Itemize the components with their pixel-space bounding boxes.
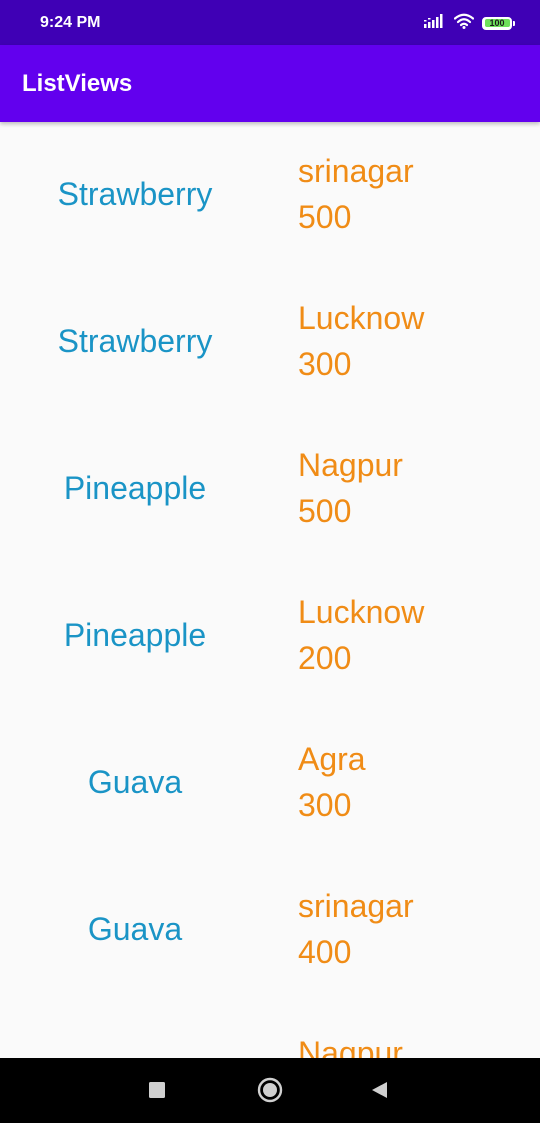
city-label: srinagar [298,888,414,924]
city-label: Agra [298,741,366,777]
city-label: Nagpur [298,1035,403,1058]
battery-level: 100 [489,17,505,28]
wifi-icon [453,13,475,34]
price-label: 200 [298,640,352,676]
app-title: ListViews [22,70,133,97]
list-item[interactable]: Strawberry Lucknow 300 [0,269,540,416]
fruit-name: Pineapple [63,470,207,506]
battery-tip [513,20,515,26]
navigation-bar [0,1058,540,1123]
list-item[interactable]: Pineapple Nagpur 500 [0,416,540,563]
list-item[interactable]: Guava Agra 300 [0,710,540,857]
price-label: 300 [298,346,352,382]
fruit-name: Strawberry [57,323,213,359]
list-item[interactable]: Pineapple Lucknow 200 [0,563,540,710]
price-label: 400 [298,934,352,970]
battery-icon: 100 [482,16,515,30]
app-bar: ListViews [0,45,540,122]
status-icons: 100 [424,12,515,34]
city-label: Lucknow [298,594,425,630]
city-label: Nagpur [298,447,403,483]
status-bar: 9:24 PM 100 [0,0,540,45]
list-item[interactable]: Strawberry srinagar 500 [0,122,540,269]
back-icon[interactable] [364,1074,396,1106]
city-label: Lucknow [298,300,425,336]
fruit-name: Guava [87,911,183,947]
list-item[interactable]: Nagpur [0,1004,540,1058]
list-item[interactable]: Guava srinagar 400 [0,857,540,1004]
price-label: 300 [298,787,352,823]
home-icon[interactable] [254,1074,286,1106]
status-time: 9:24 PM [40,14,101,31]
city-label: srinagar [298,153,414,189]
fruit-list[interactable]: Strawberry srinagar 500 Strawberry Luckn… [0,122,540,1058]
price-label: 500 [298,199,352,235]
fruit-name: Guava [87,764,183,800]
signal-icon [424,13,446,33]
recents-icon[interactable] [141,1074,173,1106]
fruit-name: Strawberry [57,176,213,212]
fruit-name: Pineapple [63,617,207,653]
price-label: 500 [298,493,352,529]
